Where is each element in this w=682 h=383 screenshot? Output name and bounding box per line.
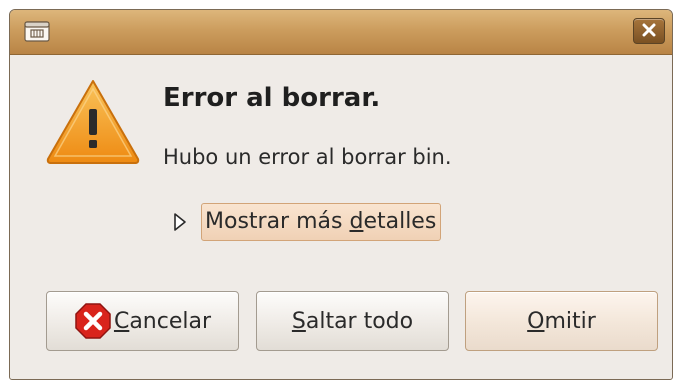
skip-all-button[interactable]: Saltar todo: [256, 291, 449, 351]
cancel-button[interactable]: Cancelar: [46, 291, 239, 351]
expander-arrow-icon[interactable]: [173, 212, 187, 232]
title-bar[interactable]: [10, 10, 672, 55]
details-expander[interactable]: Mostrar más detalles: [173, 203, 442, 241]
close-icon: [642, 22, 656, 41]
close-button[interactable]: [633, 18, 665, 44]
skip-all-label: Saltar todo: [291, 308, 414, 334]
dialog-heading: Error al borrar.: [163, 83, 381, 113]
error-dialog: Error al borrar. Hubo un error al borrar…: [9, 9, 673, 380]
warning-icon: [45, 77, 141, 165]
cancel-icon: [74, 302, 112, 340]
dialog-message: Hubo un error al borrar bin.: [163, 145, 452, 169]
details-label[interactable]: Mostrar más detalles: [201, 203, 442, 241]
skip-button[interactable]: Omitir: [465, 291, 658, 351]
cancel-label: Cancelar: [113, 308, 212, 334]
skip-label: Omitir: [527, 308, 596, 334]
file-manager-icon[interactable]: [24, 19, 50, 43]
